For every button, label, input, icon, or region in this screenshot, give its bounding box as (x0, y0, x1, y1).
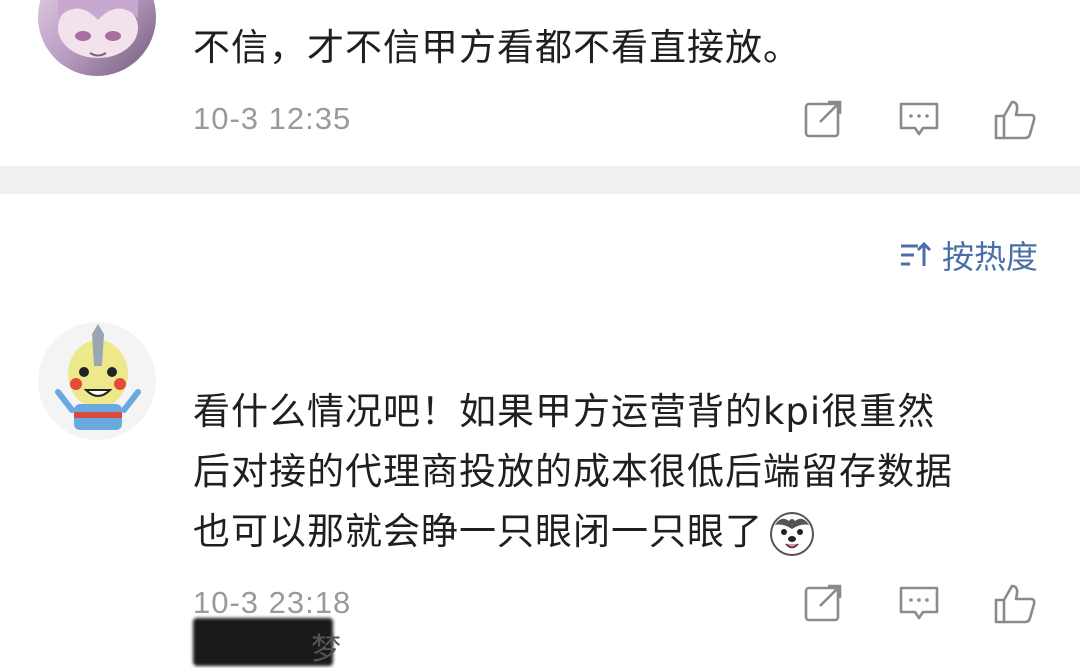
comment-text: 也可以那就会睁一只眼闭一只眼了 (193, 510, 763, 553)
husky-face-emoji (769, 511, 815, 557)
comment-meta: 10-3 23:18 (0, 578, 1080, 628)
share-icon[interactable] (800, 96, 846, 142)
avatar[interactable] (38, 322, 156, 440)
avatar[interactable] (38, 0, 156, 76)
comment-1: 不信，才不信甲方看都不看直接放。 10-3 12:35 (0, 0, 1080, 166)
section-divider (0, 166, 1080, 194)
comment-text-line-last: 也可以那就会睁一只眼闭一只眼了 (193, 504, 815, 560)
comment-text: 不信，才不信甲方看都不看直接放。 (193, 26, 801, 69)
ultraman-avatar-image (55, 324, 141, 430)
comment-text-line: 看什么情况吧！如果甲方运营背的kpi很重然 (193, 390, 936, 433)
like-icon[interactable] (992, 580, 1038, 626)
like-icon[interactable] (992, 96, 1038, 142)
username-visible-part: 梦 (311, 632, 341, 667)
sort-icon (900, 241, 932, 266)
sort-by-hot-button[interactable]: 按热度 (898, 233, 1038, 277)
anime-avatar-image (58, 0, 138, 58)
reply-icon[interactable] (896, 580, 942, 626)
comment-2: 梦 看什么情况吧！如果甲方运营背的kpi很重然 后对接的代理商投放的成本很低后端… (0, 300, 1080, 667)
sort-label: 按热度 (941, 238, 1038, 276)
reply-icon[interactable] (896, 96, 942, 142)
share-icon[interactable] (800, 580, 846, 626)
comment-timestamp: 10-3 12:35 (193, 101, 352, 136)
comment-meta: 10-3 12:35 (0, 94, 1080, 144)
comment-timestamp: 10-3 23:18 (193, 585, 352, 620)
comment-text-line: 后对接的代理商投放的成本很低后端留存数据 (193, 450, 953, 493)
